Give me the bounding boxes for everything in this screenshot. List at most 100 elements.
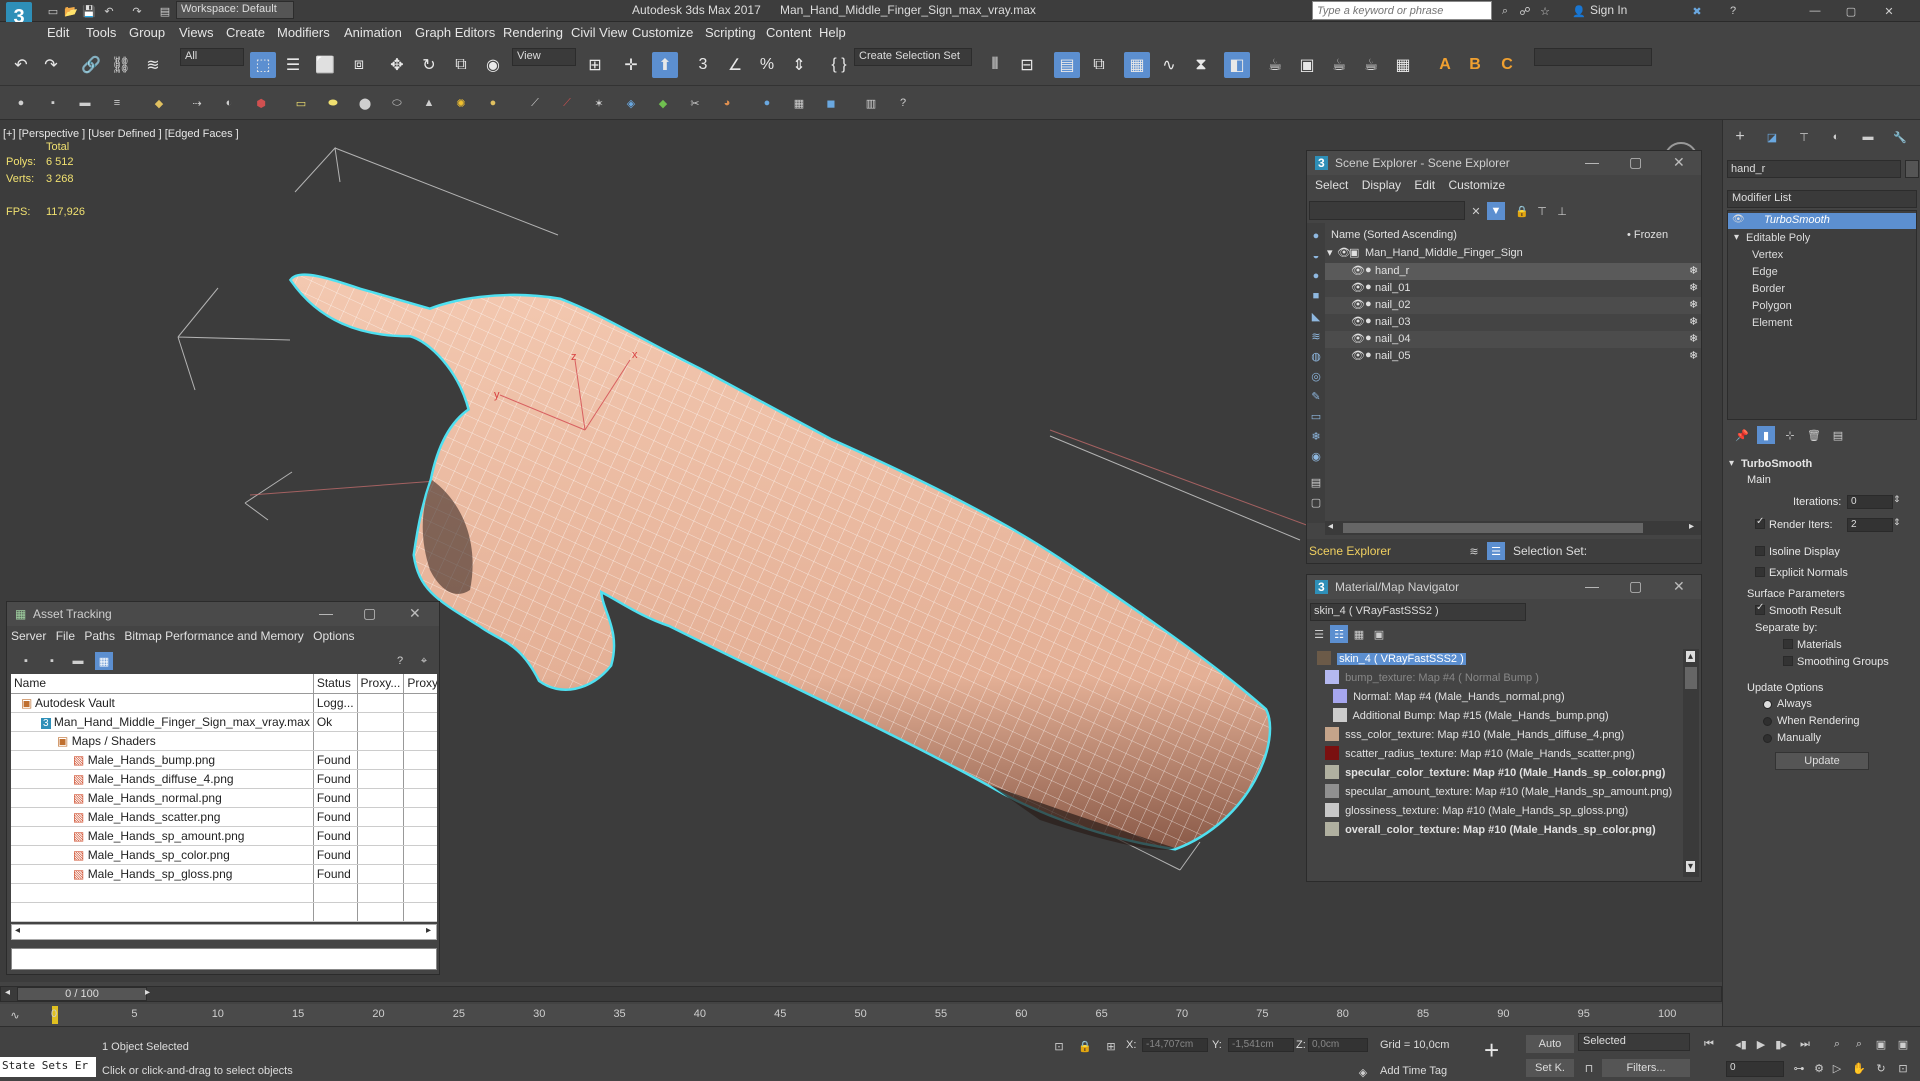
at-path-field[interactable]: [11, 948, 437, 970]
zoom-all-icon[interactable]: ⌕: [1850, 1035, 1868, 1053]
rollout-collapse-icon[interactable]: ▾: [1729, 458, 1734, 469]
new-file-icon[interactable]: ▭: [44, 2, 62, 20]
table-row[interactable]: ▧ Male_Hands_diffuse_4.png Found: [11, 769, 437, 789]
exchange-icon[interactable]: ✖: [1688, 2, 1706, 20]
make-unique-icon[interactable]: ⊹: [1781, 426, 1799, 444]
rect-selection-icon[interactable]: ⬜: [312, 52, 338, 78]
save-file-icon[interactable]: 💾: [80, 2, 98, 20]
ribbon-tool-24-icon[interactable]: ▦: [790, 94, 808, 112]
menu-help[interactable]: Help: [819, 25, 846, 40]
ribbon-tool-4-icon[interactable]: ≡: [108, 94, 126, 112]
ribbon-tool-17-icon[interactable]: ⟋: [558, 94, 576, 112]
ribbon-tool-10-icon[interactable]: ⬬: [324, 94, 342, 112]
visibility-eye-icon[interactable]: 👁: [1351, 264, 1365, 277]
se-item-nail-01[interactable]: 👁 ● nail_01 ❄: [1325, 280, 1701, 297]
se-item-hand-r[interactable]: 👁 ● hand_r ❄: [1325, 263, 1701, 280]
table-row[interactable]: 3 Man_Hand_Middle_Finger_Sign_max_vray.m…: [11, 712, 437, 732]
key-filters-icon[interactable]: ⊓: [1580, 1059, 1598, 1077]
mm-row-specular-amount[interactable]: specular_amount_texture: Map #10 (Male_H…: [1325, 784, 1672, 798]
lock-icon[interactable]: 🔒: [1513, 202, 1531, 220]
close-icon[interactable]: ✕: [1673, 578, 1685, 595]
table-row[interactable]: ▧ Male_Hands_scatter.png Found: [11, 807, 437, 827]
prev-frame-icon[interactable]: ◂: [5, 987, 10, 998]
maximize-icon[interactable]: ▢: [1842, 2, 1860, 20]
menu-modifiers[interactable]: Modifiers: [277, 25, 330, 40]
scale-icon[interactable]: ⧉: [448, 52, 474, 78]
view-large-icons-icon[interactable]: ▣: [1370, 625, 1388, 643]
menu-rendering[interactable]: Rendering: [503, 25, 563, 40]
modify-tab-icon[interactable]: ◪: [1763, 128, 1781, 146]
ribbon-tool-6-icon[interactable]: ⇢: [188, 94, 206, 112]
display-tab-icon[interactable]: ▬: [1859, 128, 1877, 146]
display-frozen-icon[interactable]: ❄: [1307, 427, 1325, 445]
render-grid-icon[interactable]: ▦: [1390, 52, 1416, 78]
se-menu-display[interactable]: Display: [1362, 178, 1401, 192]
col-proxy-2[interactable]: Proxy...: [403, 674, 437, 694]
spinner-arrows-icon[interactable]: ⇕: [1893, 517, 1901, 528]
ribbon-tool-23-icon[interactable]: ●: [758, 94, 776, 112]
ribbon-tool-9-icon[interactable]: ▭: [292, 94, 310, 112]
table-row[interactable]: ▧ Male_Hands_normal.png Found: [11, 788, 437, 808]
keyboard-shortcut-override-icon[interactable]: ⬆: [652, 52, 678, 78]
visibility-eye-icon[interactable]: 👁: [1351, 332, 1365, 345]
clear-search-icon[interactable]: ✕: [1467, 202, 1485, 220]
close-icon[interactable]: ✕: [1880, 2, 1898, 20]
selection-filter-dropdown[interactable]: All: [180, 48, 244, 66]
display-none-icon[interactable]: ▢: [1307, 493, 1325, 511]
goto-start-icon[interactable]: ⏮: [1700, 1035, 1718, 1053]
auto-key-button[interactable]: Auto: [1526, 1035, 1574, 1053]
se-col-frozen[interactable]: • Frozen: [1627, 229, 1668, 241]
vray-c-icon[interactable]: C: [1494, 52, 1520, 78]
goto-end-icon[interactable]: ⏭: [1796, 1035, 1814, 1053]
ribbon-tool-3-icon[interactable]: ▬: [76, 94, 94, 112]
se-search-input[interactable]: [1309, 201, 1465, 220]
fov-icon[interactable]: ▷: [1828, 1059, 1846, 1077]
visibility-eye-icon[interactable]: 👁: [1351, 281, 1365, 294]
modifier-list-dropdown[interactable]: Modifier List: [1727, 190, 1917, 208]
at-help-icon[interactable]: ?: [391, 652, 409, 670]
menu-civil-view[interactable]: Civil View: [571, 25, 627, 40]
manually-radio[interactable]: [1763, 734, 1772, 743]
iterations-spinner[interactable]: 0: [1847, 495, 1893, 509]
minimize-icon[interactable]: —: [319, 605, 333, 621]
help-icon[interactable]: ?: [1724, 2, 1742, 20]
schematic-view-icon[interactable]: ⧗: [1188, 52, 1214, 78]
scroll-thumb[interactable]: [1685, 667, 1697, 689]
ribbon-tool-20-icon[interactable]: ◆: [654, 94, 672, 112]
spinner-arrows-icon[interactable]: ⇕: [1893, 494, 1901, 505]
scroll-up-icon[interactable]: ▴: [1686, 651, 1696, 662]
ribbon-tool-22-icon[interactable]: ◕: [718, 94, 736, 112]
zoom-extents-all-icon[interactable]: ▣: [1894, 1035, 1912, 1053]
at-horizontal-scrollbar[interactable]: ◂ ▸: [11, 924, 437, 940]
window-crossing-icon[interactable]: ⧈: [346, 52, 372, 78]
mm-row-sss-color[interactable]: sss_color_texture: Map #10 (Male_Hands_d…: [1325, 727, 1624, 741]
selection-set-icon[interactable]: ☰: [1487, 542, 1505, 560]
display-cameras-icon[interactable]: ■: [1307, 287, 1325, 305]
material-editor-icon[interactable]: ◧: [1224, 52, 1250, 78]
rollout-title[interactable]: TurboSmooth: [1741, 458, 1812, 470]
freeze-icon[interactable]: ❄: [1689, 264, 1698, 277]
vray-b-icon[interactable]: B: [1462, 52, 1488, 78]
menu-views[interactable]: Views: [179, 25, 213, 40]
set-key-button[interactable]: Set K.: [1526, 1059, 1574, 1077]
toolbar-extra-dropdown[interactable]: [1534, 48, 1652, 66]
maxscript-listener[interactable]: State Sets Er: [0, 1057, 96, 1077]
open-file-icon[interactable]: 📂: [62, 2, 80, 20]
viewport-label[interactable]: [+] [Perspective ] [User Defined ] [Edge…: [3, 128, 239, 140]
layer-icon[interactable]: ⊥: [1553, 202, 1571, 220]
isoline-checkbox[interactable]: [1755, 546, 1765, 556]
ribbon-tool-25-icon[interactable]: ◼: [822, 94, 840, 112]
se-menu-customize[interactable]: Customize: [1448, 178, 1505, 192]
smoothing-groups-checkbox[interactable]: [1783, 656, 1793, 666]
col-name[interactable]: Name: [11, 674, 314, 694]
scroll-down-icon[interactable]: ▾: [1686, 861, 1696, 872]
filter-icon[interactable]: ▼: [1487, 202, 1505, 220]
configure-sets-icon[interactable]: ▤: [1829, 426, 1847, 444]
star-icon[interactable]: ☆: [1536, 2, 1554, 20]
table-row[interactable]: ▧ Male_Hands_bump.png Found: [11, 750, 437, 770]
menu-create[interactable]: Create: [226, 25, 265, 40]
menu-customize[interactable]: Customize: [632, 25, 693, 40]
freeze-icon[interactable]: ❄: [1689, 315, 1698, 328]
ribbon-tool-8-icon[interactable]: ⬢: [252, 94, 270, 112]
mm-vertical-scrollbar[interactable]: ▴ ▾: [1683, 649, 1699, 877]
